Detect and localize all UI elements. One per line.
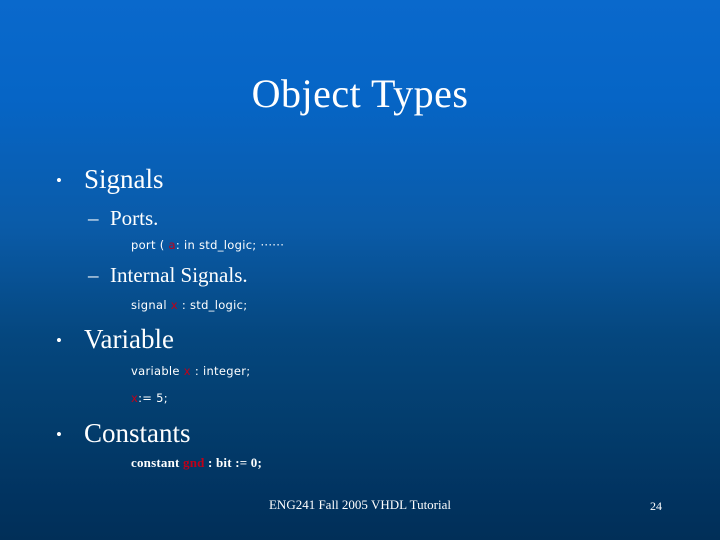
code-variable-prefix: variable	[131, 364, 184, 378]
code-assignment-suffix: := 5;	[138, 391, 168, 405]
subbullet-internal-signals[interactable]: – Internal Signals.	[88, 263, 248, 287]
code-constant-suffix: : bit := 0;	[204, 455, 263, 470]
footer-label: ENG241 Fall 2005 VHDL Tutorial	[268, 497, 451, 512]
bullet-dash-icon: –	[88, 206, 99, 230]
code-line-signal: signal x : std_logic;	[131, 298, 247, 312]
code-port-identifier: a	[168, 238, 176, 252]
bullet-signals-label: Signals	[84, 164, 164, 194]
subbullet-ports[interactable]: – Ports.	[88, 206, 158, 230]
bullet-dot-icon: •	[56, 331, 62, 350]
page-title: Object Types	[251, 71, 469, 116]
slide-canvas: Object Types • Signals – Ports. port ( a: …	[0, 0, 720, 540]
code-line-constant: constant gnd : bit := 0;	[131, 455, 262, 470]
bullet-dot-icon: •	[56, 425, 62, 444]
code-variable-suffix: : integer;	[190, 364, 251, 378]
bullet-variable[interactable]: • Variable	[56, 324, 174, 356]
subbullet-ports-label: Ports.	[110, 206, 159, 230]
bullet-constants[interactable]: • Constants	[56, 418, 191, 450]
bullet-constants-label: Constants	[84, 418, 191, 448]
bullet-dot-icon: •	[56, 171, 62, 190]
page-number: 24	[650, 499, 662, 513]
bullet-signals[interactable]: • Signals	[56, 164, 164, 196]
code-signal-suffix: : std_logic;	[177, 298, 248, 312]
code-constant-identifier: gnd	[183, 455, 205, 470]
code-port-prefix: port (	[131, 238, 169, 252]
subbullet-internal-signals-label: Internal Signals.	[110, 263, 248, 287]
code-variable-identifier: x	[183, 364, 191, 378]
code-line-port: port ( a: in std_logic; ······	[131, 238, 284, 252]
bullet-dash-icon: –	[88, 263, 99, 287]
code-signal-identifier: x	[170, 298, 178, 312]
code-signal-prefix: signal	[131, 298, 171, 312]
code-line-assignment: x:= 5;	[131, 391, 168, 405]
code-constant-prefix: constant	[131, 455, 183, 470]
bullet-variable-label: Variable	[84, 324, 174, 354]
code-line-variable: variable x : integer;	[131, 364, 250, 378]
code-port-suffix: : in std_logic; ······	[175, 238, 285, 252]
